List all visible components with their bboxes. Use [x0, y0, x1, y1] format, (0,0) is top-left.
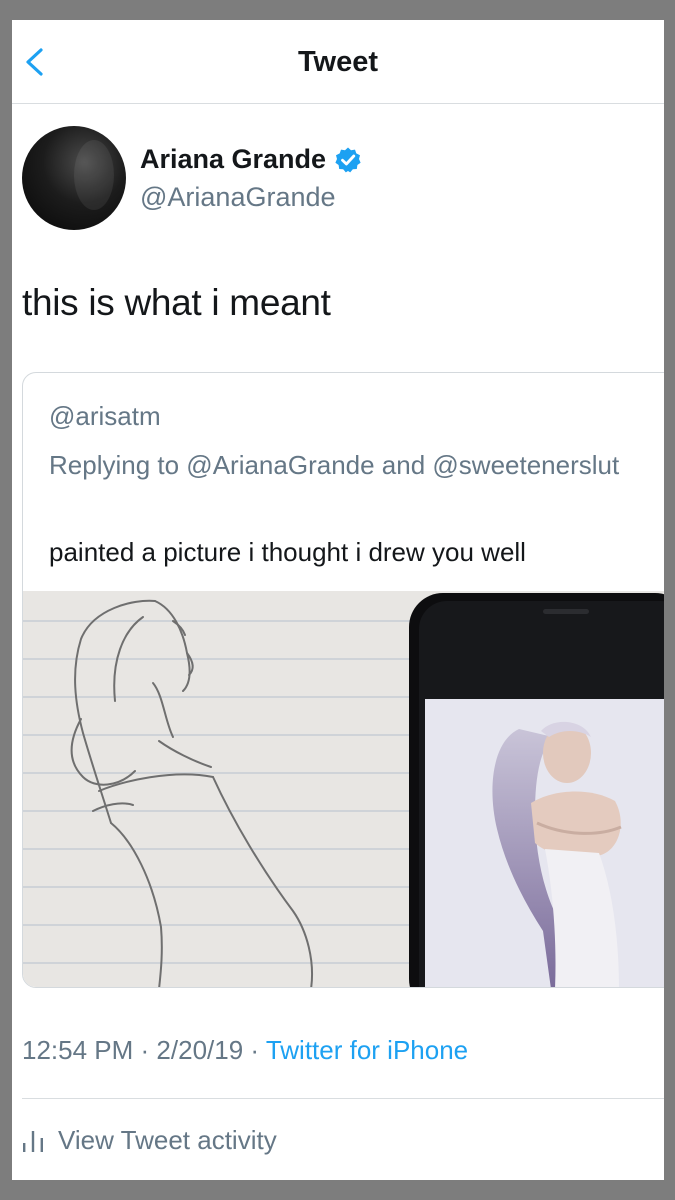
meta-separator: · — [140, 1035, 157, 1065]
verified-badge-icon — [334, 146, 362, 174]
avatar-highlight — [74, 140, 114, 210]
top-bar: Tweet — [12, 20, 664, 104]
author-name[interactable]: Ariana Grande — [140, 144, 326, 175]
tweet-screen: Tweet Ariana Grande @ArianaGrande this i… — [12, 20, 664, 1180]
page-title: Tweet — [297, 46, 379, 78]
quoted-media-image[interactable] — [23, 591, 664, 987]
tweet-source-link[interactable]: Twitter for iPhone — [266, 1035, 468, 1065]
author-handle[interactable]: @ArianaGrande — [140, 182, 336, 213]
tweet-time: 12:54 PM — [22, 1035, 134, 1065]
meta-separator: · — [250, 1035, 266, 1065]
tweet-date: 2/20/19 — [156, 1035, 244, 1065]
bar-chart-icon — [22, 1129, 44, 1153]
quoted-text: painted a picture i thought i drew you w… — [49, 537, 526, 567]
tweet-text: this is what i meant — [22, 282, 331, 323]
quoted-tweet[interactable]: @arisatm Replying to @ArianaGrande and @… — [22, 372, 664, 988]
divider — [22, 1098, 664, 1099]
media-photo — [23, 591, 664, 987]
tweet-meta: 12:54 PM · 2/20/19 · Twitter for iPhone — [22, 1035, 468, 1066]
quoted-handle[interactable]: @arisatm — [49, 401, 161, 432]
view-tweet-activity-label: View Tweet activity — [58, 1125, 277, 1155]
quoted-replying-to: Replying to @ArianaGrande and @sweetener… — [49, 450, 620, 480]
avatar[interactable] — [22, 126, 126, 230]
view-tweet-activity-button[interactable]: View Tweet activity — [22, 1125, 277, 1156]
author-name-row[interactable]: Ariana Grande — [140, 144, 362, 175]
